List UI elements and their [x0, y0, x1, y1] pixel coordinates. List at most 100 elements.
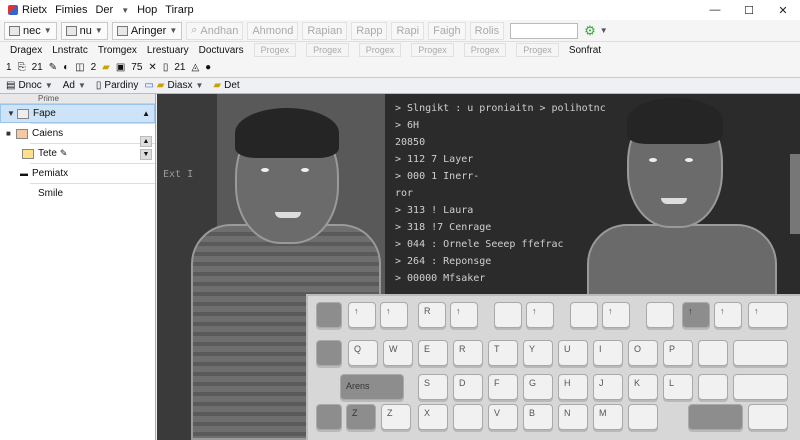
- terminal-line: > 000 1 Inerr-: [395, 171, 480, 182]
- key: E: [418, 340, 448, 366]
- ghost-button-3[interactable]: Rapp: [351, 21, 388, 40]
- chevron-down-icon: ▼: [43, 26, 52, 35]
- file-icon: [22, 148, 34, 159]
- close-icon[interactable]: ✕: [148, 62, 156, 73]
- key: [494, 302, 522, 328]
- key: [316, 302, 342, 328]
- maximize-button[interactable]: ☐: [732, 0, 766, 20]
- menu-item-4[interactable]: Hop: [137, 4, 157, 16]
- key: V: [488, 404, 518, 430]
- menu-item-2[interactable]: Fimies: [55, 4, 87, 16]
- sidebar-header: Prime: [0, 94, 155, 104]
- ghost-button-2[interactable]: Rapian: [302, 21, 348, 40]
- new-button[interactable]: nec ▼: [4, 21, 57, 40]
- chevron-up-icon[interactable]: ▲: [142, 109, 150, 118]
- ghost-dropdown-3[interactable]: Progex: [358, 43, 402, 57]
- menu-item-3[interactable]: Der: [95, 4, 113, 16]
- chart-icon[interactable]: ◫: [75, 62, 84, 73]
- copy-icon[interactable]: ⎘: [18, 62, 26, 73]
- expand-icon[interactable]: ▼: [7, 109, 17, 118]
- ghost-dropdown-2[interactable]: Progex: [306, 43, 349, 57]
- bullet-icon: ■: [6, 129, 11, 138]
- ghost-dropdown-5[interactable]: Progex: [463, 43, 507, 57]
- format-item-2[interactable]: Lnstratc: [52, 45, 88, 56]
- det-label[interactable]: Det: [224, 80, 240, 91]
- page-number[interactable]: 1: [6, 62, 12, 73]
- format-item-3[interactable]: Tromgex: [98, 45, 137, 56]
- sidebar-item-smile[interactable]: Smile: [0, 184, 155, 203]
- folder-icon[interactable]: ▰: [102, 62, 110, 73]
- key: ↑: [602, 302, 630, 328]
- format-item-5[interactable]: Doctuvars: [199, 45, 244, 56]
- paint-icon[interactable]: ◬: [191, 62, 199, 73]
- count-value[interactable]: 2: [91, 62, 97, 73]
- chevron-down-icon[interactable]: ▼: [600, 26, 608, 35]
- close-button[interactable]: ✕: [766, 0, 800, 20]
- diasx-label[interactable]: Diasx: [167, 80, 192, 91]
- image-canvas: Ext I > Slngikt : u proniaitn > polihotn…: [157, 94, 800, 440]
- key: R: [453, 340, 483, 366]
- ghost-button-1[interactable]: Ahmond: [247, 21, 299, 40]
- key: Z: [346, 404, 376, 430]
- user-icon[interactable]: ●: [205, 62, 211, 73]
- page-icon[interactable]: ▯: [163, 62, 169, 73]
- key: [733, 340, 788, 366]
- format-item-4[interactable]: Lrestuary: [147, 45, 189, 56]
- window-icon: ▭: [144, 80, 154, 91]
- gear-icon[interactable]: ⚙: [584, 23, 596, 39]
- chevron-down-icon[interactable]: ▼: [45, 81, 53, 90]
- key: [748, 404, 788, 430]
- menu-item-5[interactable]: Tirarp: [165, 4, 193, 16]
- sidebar-item-pemiatx[interactable]: ▬ Pemiatx: [0, 164, 155, 183]
- dash-icon: ▬: [20, 169, 28, 178]
- pardiny-label[interactable]: Pardiny: [104, 80, 138, 91]
- doc-label[interactable]: Dnoc: [18, 80, 41, 91]
- ghost-dropdown-6[interactable]: Progex: [516, 43, 559, 57]
- search-input[interactable]: [510, 22, 579, 39]
- minimize-button[interactable]: —: [698, 0, 732, 20]
- key: [698, 340, 728, 366]
- ghost-button-4[interactable]: Rapi: [391, 21, 425, 40]
- ghost-dropdown-1[interactable]: Progex: [253, 43, 297, 57]
- chevron-down-icon[interactable]: ▼: [121, 6, 129, 15]
- search-tool-button[interactable]: ⌕ Andhan: [186, 21, 244, 40]
- ghost-button-6[interactable]: Rolis: [469, 21, 505, 40]
- key: [453, 404, 483, 430]
- key: S: [418, 374, 448, 400]
- size-value[interactable]: 21: [174, 62, 185, 73]
- scroll-up-button[interactable]: ▲: [140, 136, 152, 147]
- chevron-down-icon[interactable]: ▼: [78, 81, 86, 90]
- key: [628, 404, 658, 430]
- format-item-last[interactable]: Sonfrat: [569, 45, 601, 56]
- key: [646, 302, 674, 328]
- key: D: [453, 374, 483, 400]
- arrange-button[interactable]: Aringer ▼: [111, 21, 183, 40]
- view-button[interactable]: nu ▼: [60, 21, 108, 40]
- add-label[interactable]: Ad: [63, 80, 75, 91]
- key: B: [523, 404, 553, 430]
- palette-icon[interactable]: ◐: [63, 62, 69, 73]
- zoom-value[interactable]: 75: [131, 62, 142, 73]
- sidebar-item-caiens[interactable]: ■ Caiens: [0, 124, 155, 143]
- ghost-dropdown-4[interactable]: Progex: [411, 43, 454, 57]
- sidebar-item-fape[interactable]: ▼ Fape ▲: [0, 104, 155, 123]
- terminal-line: 20850: [395, 137, 426, 148]
- key: ↑: [714, 302, 742, 328]
- menu-item-1[interactable]: Rietx: [22, 4, 47, 16]
- key: I: [593, 340, 623, 366]
- scroll-down-button[interactable]: ▼: [140, 149, 152, 160]
- grid-icon: [65, 25, 77, 36]
- ghost-button-5[interactable]: Faigh: [428, 21, 466, 40]
- mail-icon: [9, 25, 20, 36]
- key: ↑: [380, 302, 408, 328]
- image-icon[interactable]: ▣: [116, 62, 125, 73]
- edit-icon: ✎: [59, 148, 68, 158]
- sidebar-item-tete[interactable]: Tete ✎: [0, 144, 155, 163]
- edit-icon[interactable]: ✎: [49, 62, 57, 73]
- font-size-value[interactable]: 21: [32, 62, 43, 73]
- chevron-down-icon[interactable]: ▼: [195, 81, 203, 90]
- key: ↑: [682, 302, 710, 328]
- canvas-scrollbar[interactable]: [790, 154, 800, 234]
- key: ↑: [748, 302, 788, 328]
- format-item-1[interactable]: Dragex: [10, 45, 42, 56]
